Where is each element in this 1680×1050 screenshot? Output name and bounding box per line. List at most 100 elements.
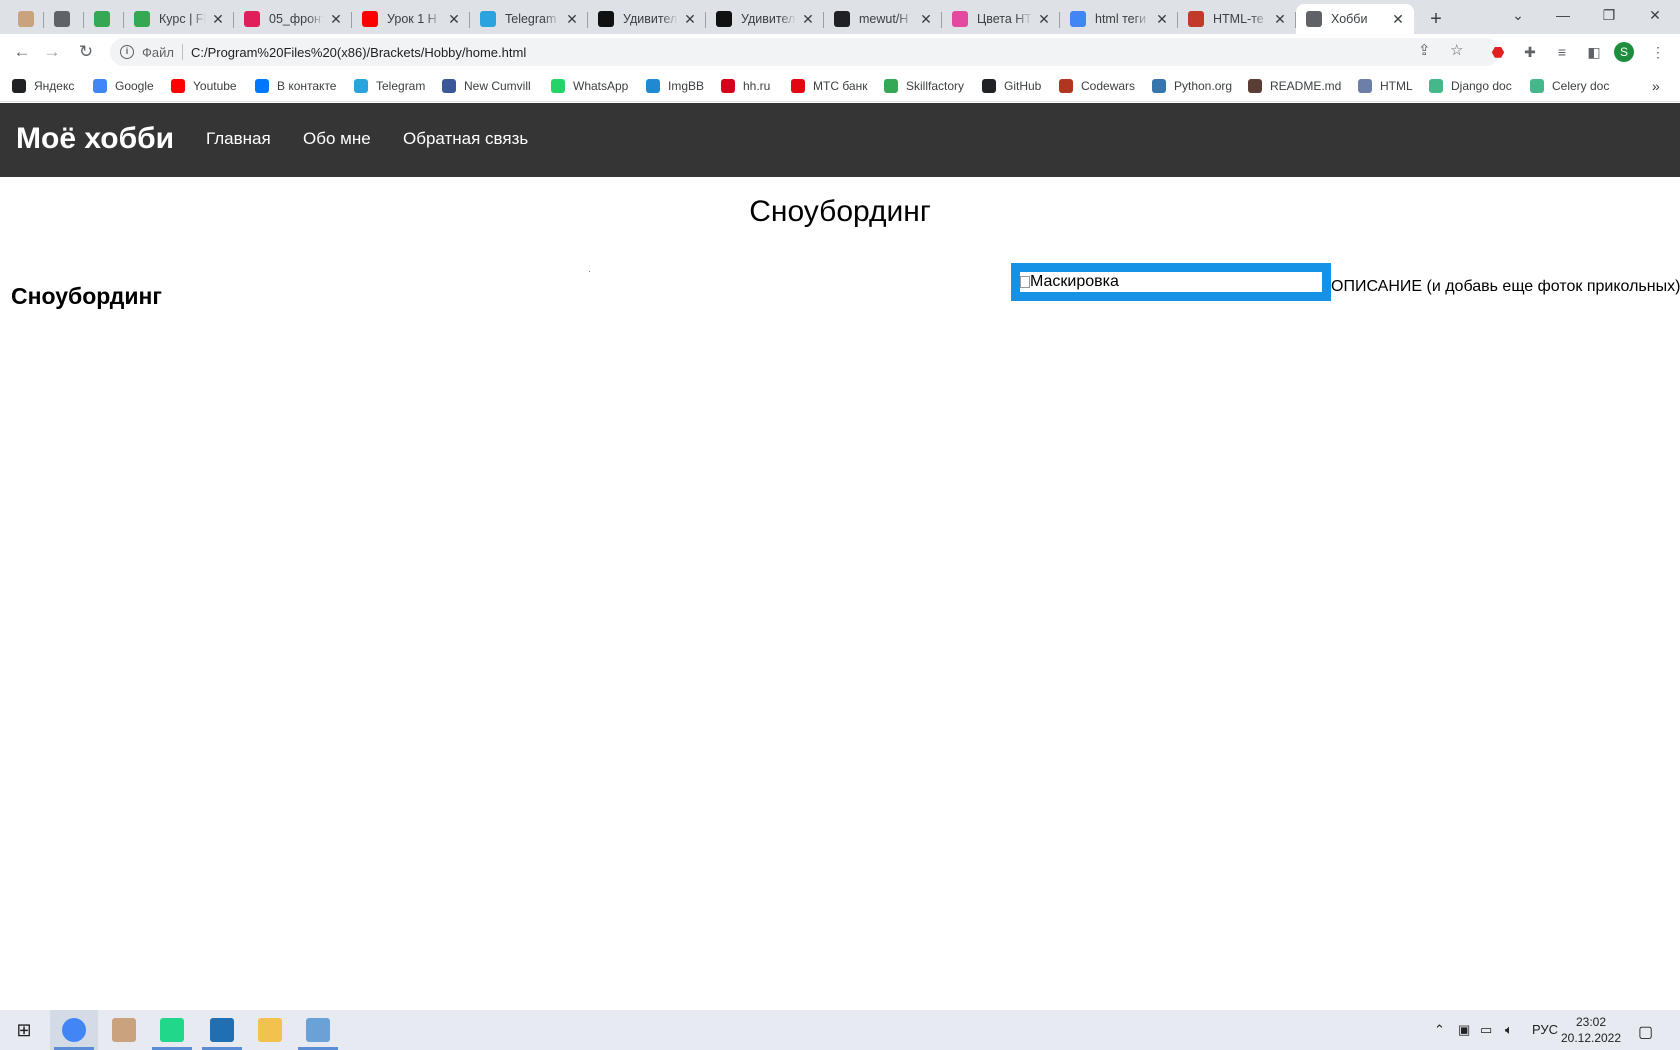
forward-button[interactable]: → [40, 40, 64, 64]
bookmark-item[interactable]: New Cumvill [442, 77, 531, 95]
taskbar-app-explorer[interactable] [246, 1010, 294, 1050]
bookmark-item[interactable]: Яндекс [12, 77, 74, 95]
tab-close-icon[interactable]: ✕ [682, 11, 698, 28]
close-window-icon[interactable]: ✕ [1632, 0, 1678, 30]
browser-tab[interactable]: Хобби ✕ [1296, 4, 1414, 34]
browser-tab[interactable]: html теги ✕ [1060, 4, 1178, 34]
reload-button[interactable]: ↻ [74, 40, 98, 64]
taskbar-app-chrome[interactable] [50, 1010, 98, 1050]
bookmark-star-icon[interactable]: ☆ [1450, 41, 1463, 59]
bookmark-item[interactable]: GitHub [982, 77, 1041, 95]
bookmark-item[interactable]: WhatsApp [551, 77, 628, 95]
bookmark-item[interactable]: МТС банк [791, 77, 867, 95]
bookmark-item[interactable]: Celery doc [1530, 77, 1609, 95]
bookmark-item[interactable]: Django doc [1429, 77, 1512, 95]
tab-close-icon[interactable]: ✕ [564, 11, 580, 28]
tab-close-icon[interactable]: ✕ [210, 11, 226, 28]
profile-avatar-icon[interactable]: S [1614, 42, 1634, 62]
bookmark-item[interactable]: hh.ru [721, 77, 770, 95]
reload-icon: ↻ [78, 42, 94, 61]
bookmark-item[interactable]: В контакте [255, 77, 336, 95]
bookmark-item[interactable]: Codewars [1059, 77, 1135, 95]
browser-tab[interactable]: Telegram ✕ [470, 4, 588, 34]
bookmarks-overflow-icon[interactable]: » [1652, 77, 1660, 95]
tab-close-icon[interactable]: ✕ [328, 11, 344, 28]
volume-icon[interactable]: 🔈︎ [1505, 1022, 1513, 1038]
bookmark-item[interactable]: Skillfactory [884, 77, 964, 95]
extensions-puzzle-icon[interactable]: ✚ [1520, 42, 1540, 62]
bookmark-item[interactable]: README.md [1248, 77, 1341, 95]
bookmarks-bar: Celery doc Django doc HTML README.md Python.… [0, 70, 1680, 102]
adblock-extension-icon[interactable]: ⬣ [1488, 42, 1508, 62]
taskbar-app-anime-app[interactable] [100, 1010, 148, 1050]
taskbar-app-paint[interactable] [294, 1010, 342, 1050]
start-button[interactable]: ⊞ [0, 1010, 48, 1050]
windows-logo-icon: ⊞ [16, 1019, 32, 1040]
bookmark-label: Telegram [376, 79, 426, 93]
browser-tab[interactable] [8, 4, 44, 34]
tab-close-icon[interactable]: ✕ [1272, 11, 1288, 28]
broken-image-icon [1020, 276, 1030, 288]
network-icon[interactable]: ▭ [1480, 1022, 1492, 1038]
tab-close-icon[interactable]: ✕ [1154, 11, 1170, 28]
tab-close-icon[interactable]: ✕ [446, 11, 462, 28]
tray-overflow-chevron-icon[interactable]: ⌃ [1434, 1022, 1445, 1038]
tab-search-chevron-icon[interactable]: ⌄ [1495, 0, 1541, 30]
bookmark-item[interactable]: ImgBB [646, 77, 704, 95]
back-button[interactable]: ← [10, 40, 34, 64]
bookmark-label: hh.ru [743, 79, 771, 93]
html-icon [1358, 79, 1372, 93]
side-panel-icon[interactable]: ◧ [1584, 42, 1604, 62]
bookmark-item[interactable]: Telegram [354, 77, 425, 95]
browser-tab[interactable]: HTML-те ✕ [1178, 4, 1296, 34]
hh-icon [721, 79, 735, 93]
bookmark-item[interactable]: Google [93, 77, 154, 95]
browser-tab[interactable]: 05_фронт ✕ [234, 4, 352, 34]
colorwheel-icon [952, 11, 968, 27]
address-url[interactable]: C:/Program%20Files%20(x86)/Brackets/Hobb… [191, 45, 526, 60]
address-bar[interactable]: i Файл C:/Program%20Files%20(x86)/Bracke… [110, 38, 1500, 66]
browser-tab[interactable]: Урок 1 Н ✕ [352, 4, 470, 34]
browser-tab[interactable] [84, 4, 124, 34]
nav-link-about[interactable]: Обо мне [303, 129, 371, 149]
brackets-icon [210, 1018, 234, 1042]
input-language[interactable]: РУС [1532, 1022, 1558, 1037]
browser-tab[interactable]: mewut/H ✕ [824, 4, 942, 34]
site-info-icon[interactable]: i [120, 45, 134, 59]
nav-link-home[interactable]: Главная [206, 129, 271, 149]
avatar-app-icon [112, 1018, 136, 1042]
notifications-icon[interactable]: ▢ [1638, 1022, 1653, 1042]
browser-toolbar: ← → ↻ i Файл C:/Program%20Files%20(x86)/… [0, 34, 1680, 70]
bookmark-item[interactable]: Python.org [1152, 77, 1232, 95]
menu-kebab-icon[interactable]: ⋮ [1648, 42, 1668, 62]
minimize-icon[interactable]: — [1540, 0, 1586, 30]
address-divider [181, 44, 183, 60]
tab-close-icon[interactable]: ✕ [918, 11, 934, 28]
new-tab-plus-icon[interactable]: + [1422, 6, 1450, 32]
browser-tab[interactable] [44, 4, 84, 34]
github-icon [834, 11, 850, 27]
taskbar-app-brackets[interactable] [198, 1010, 246, 1050]
system-clock[interactable]: 23:02 20.12.2022 [1556, 1014, 1626, 1046]
restore-icon[interactable]: ❐ [1586, 0, 1632, 30]
browser-tab[interactable]: Удивител ✕ [588, 4, 706, 34]
browser-tab[interactable]: Цвета HT ✕ [942, 4, 1060, 34]
tab-close-icon[interactable]: ✕ [1036, 11, 1052, 28]
browser-tab[interactable]: Удивител ✕ [706, 4, 824, 34]
readme-icon [1248, 79, 1262, 93]
media-controls-icon[interactable]: ≡ [1552, 42, 1572, 62]
site-brand[interactable]: Моё хобби [16, 122, 174, 156]
tab-close-icon[interactable]: ✕ [1390, 11, 1406, 28]
share-icon[interactable]: ⇪ [1418, 41, 1431, 59]
bookmark-item[interactable]: HTML [1358, 77, 1413, 95]
nav-link-feedback[interactable]: Обратная связь [403, 129, 528, 149]
tab-close-icon[interactable]: ✕ [800, 11, 816, 28]
taskbar-app-pycharm[interactable] [148, 1010, 196, 1050]
celery-icon [1530, 79, 1544, 93]
wp-icon [598, 11, 614, 27]
bookmark-item[interactable]: Youtube [171, 77, 237, 95]
bookmark-label: В контакте [277, 79, 337, 93]
tray-device-icon[interactable]: ▣ [1458, 1022, 1470, 1038]
google-icon [1070, 11, 1086, 27]
browser-tab[interactable]: Курс | FPV ✕ [124, 4, 234, 34]
